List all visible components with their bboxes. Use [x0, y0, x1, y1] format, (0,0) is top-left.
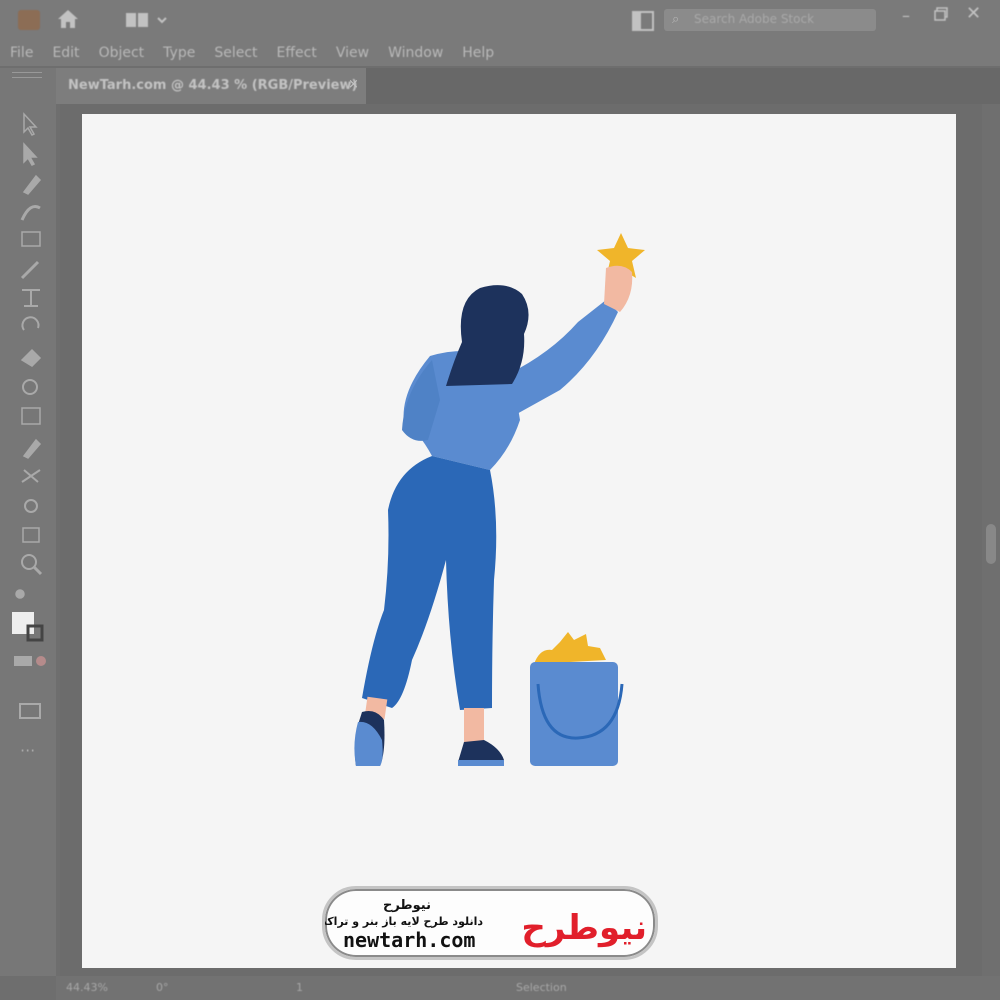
minimize-window-button[interactable]: –	[902, 6, 910, 25]
zoom-level[interactable]: 44.43%	[66, 981, 108, 994]
logo-title-fa: نیوطرح	[383, 898, 431, 913]
document-tab[interactable]: NewTarh.com @ 44.43 % (RGB/Preview) ×	[56, 68, 366, 104]
menu-window[interactable]: Window	[388, 45, 443, 61]
rectangle-tool-icon[interactable]	[21, 231, 41, 247]
swap-colors-icon[interactable]	[15, 589, 25, 599]
artboard-number[interactable]: 1	[296, 981, 303, 994]
home-icon[interactable]	[56, 8, 80, 34]
menu-edit[interactable]: Edit	[52, 45, 79, 61]
menu-object[interactable]: Object	[99, 45, 145, 61]
menu-file[interactable]: File	[10, 45, 33, 61]
menu-select[interactable]: Select	[214, 45, 257, 61]
panel-grip[interactable]	[12, 72, 42, 78]
more-tools-icon[interactable]: ···	[20, 741, 35, 760]
direct-selection-tool-icon[interactable]	[23, 142, 38, 166]
artboard[interactable]	[82, 114, 956, 968]
selection-tool-icon[interactable]	[23, 112, 38, 136]
pen-tool-icon[interactable]	[22, 174, 42, 195]
menu-help[interactable]: Help	[462, 45, 494, 61]
eraser-tool-icon[interactable]	[20, 348, 42, 367]
logo-subtitle-fa: دانلود طرح لایه باز بنر و تراکت	[325, 915, 483, 928]
vertical-scrollbar[interactable]	[982, 104, 1000, 976]
close-tab-icon[interactable]: ×	[348, 77, 359, 92]
menu-view[interactable]: View	[336, 45, 369, 61]
menu-effect[interactable]: Effect	[277, 45, 317, 61]
symbol-sprayer-tool-icon[interactable]	[24, 499, 38, 513]
logo-domain: newtarh.com	[343, 928, 475, 952]
gradient-tool-icon[interactable]	[21, 407, 41, 425]
search-stock-field[interactable]: ⌕ Search Adobe Stock	[664, 9, 876, 31]
menu-bar: File Edit Object Type Select Effect View…	[0, 40, 1000, 66]
illustrator-app-icon[interactable]	[18, 10, 40, 30]
logo-artwork: نیوطرح دانلود طرح لایه باز بنر و تراکت n…	[325, 898, 647, 952]
paintbrush-tool-icon[interactable]	[20, 260, 40, 280]
drawing-mode-icon[interactable]	[14, 656, 32, 666]
title-bar: ⌕ Search Adobe Stock – ✕	[0, 0, 1000, 40]
type-tool-icon[interactable]	[22, 289, 40, 307]
eyedropper-tool-icon[interactable]	[22, 438, 42, 459]
tool-icons: ···	[12, 112, 46, 760]
close-window-button[interactable]: ✕	[966, 3, 981, 24]
document-tab-label: NewTarh.com @ 44.43 % (RGB/Preview)	[68, 78, 358, 93]
restore-window-button[interactable]	[934, 6, 948, 25]
fill-stroke-icon[interactable]	[12, 612, 34, 634]
status-bar: 44.43% 0° 1 Selection	[56, 976, 1000, 1000]
rotation-value[interactable]: 0°	[156, 981, 169, 994]
search-icon: ⌕	[672, 12, 680, 27]
scrollbar-thumb[interactable]	[986, 524, 996, 564]
artboard-tool-icon[interactable]	[22, 527, 40, 543]
blend-tool-icon[interactable]	[21, 469, 41, 483]
curvature-tool-icon[interactable]	[20, 205, 41, 221]
shape-builder-tool-icon[interactable]	[22, 379, 38, 395]
zoom-tool-icon[interactable]	[21, 554, 37, 570]
search-placeholder: Search Adobe Stock	[694, 12, 815, 26]
screen-mode-icon[interactable]	[19, 703, 41, 719]
document-tab-bar: NewTarh.com @ 44.43 % (RGB/Preview) ×	[56, 68, 1000, 104]
logo-brand-fa: نیوطرح	[521, 908, 647, 948]
arrange-documents-icon[interactable]	[632, 11, 654, 35]
current-tool-label: Selection	[516, 981, 567, 994]
menu-type[interactable]: Type	[163, 45, 195, 61]
workspace-switcher-icon[interactable]	[126, 12, 170, 32]
rotate-tool-icon[interactable]	[21, 316, 40, 331]
newtarh-logo: نیوطرح دانلود طرح لایه باز بنر و تراکت n…	[322, 886, 658, 960]
